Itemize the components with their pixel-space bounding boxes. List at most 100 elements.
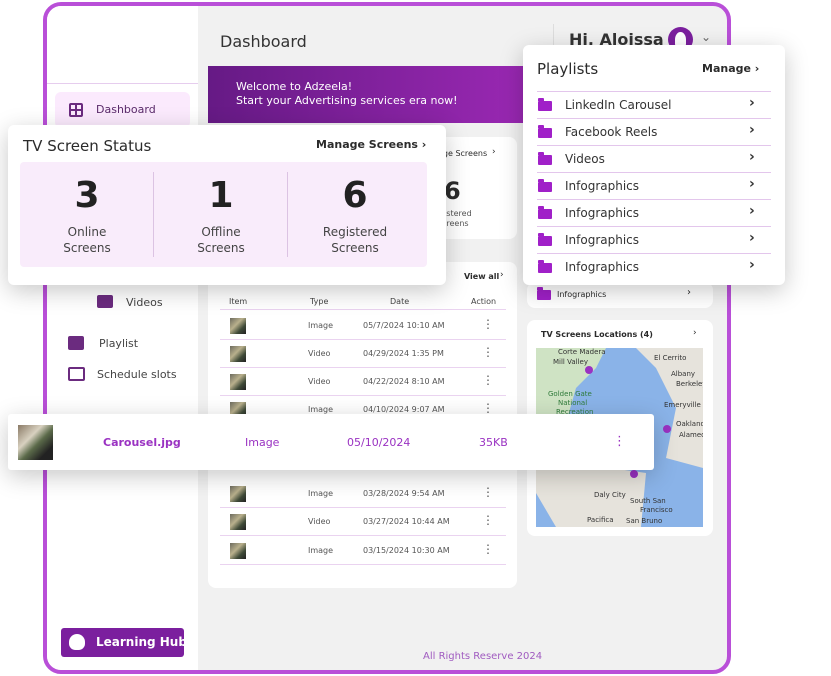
playlists-popup: Playlists Manage › LinkedIn Carousel › F… — [523, 45, 785, 285]
folder-icon — [538, 233, 552, 246]
playlist-item[interactable]: Infographics › — [537, 253, 771, 280]
stat-1: 1 Offline Screens — [154, 174, 288, 256]
manage-playlists-link[interactable]: Manage › — [702, 62, 759, 75]
row-date: 05/7/2024 10:10 AM — [363, 321, 445, 330]
schedule-icon — [68, 367, 85, 381]
table-row[interactable]: Video 04/22/2024 8:10 AM ⋮ — [220, 368, 506, 396]
chevron-right-icon[interactable]: › — [749, 203, 755, 219]
map-label: Berkeley — [676, 380, 703, 388]
more-options-icon[interactable]: ⋮ — [482, 345, 494, 359]
chevron-right-icon[interactable]: › — [749, 257, 755, 273]
map-label: Golden Gate — [548, 390, 592, 398]
playlist-item[interactable]: LinkedIn Carousel › — [537, 91, 771, 118]
more-options-icon[interactable]: ⋮ — [613, 434, 626, 449]
file-type: Image — [245, 436, 280, 449]
map-label: Francisco — [640, 506, 673, 514]
map-label: El Cerrito — [654, 354, 687, 362]
row-date: 03/28/2024 9:54 AM — [363, 489, 445, 498]
table-header: Item Type Date Action — [220, 294, 506, 310]
stat-2: 6 Registered Screens — [288, 174, 422, 256]
playlist-name: Facebook Reels — [565, 125, 658, 139]
map-label: National — [558, 399, 588, 407]
stat-value: 1 — [208, 175, 234, 216]
sidebar: Dashboard Videos Playlist Schedule slots… — [47, 6, 198, 670]
stat-label: Screens — [63, 241, 111, 255]
map-label: Albany — [671, 370, 696, 378]
row-date: 04/10/2024 9:07 AM — [363, 405, 445, 414]
playlist-item[interactable]: Infographics › — [537, 172, 771, 199]
stat-label: Registered — [322, 225, 388, 239]
media-thumbnail — [230, 318, 246, 334]
table-row[interactable]: Image 03/15/2024 10:30 AM ⋮ — [220, 537, 506, 565]
playlist-name: Infographics — [565, 179, 640, 193]
chevron-down-icon[interactable]: ⌄ — [701, 30, 711, 44]
manage-screens-label: Manage Screens — [316, 138, 418, 151]
learning-hub-button[interactable]: Learning Hub — [61, 628, 187, 657]
chevron-right-icon[interactable]: › — [693, 328, 697, 338]
stat-label: Online — [67, 225, 107, 239]
media-thumbnail — [230, 486, 246, 502]
media-thumbnail — [18, 425, 53, 460]
media-thumbnail — [230, 543, 246, 559]
more-options-icon[interactable]: ⋮ — [482, 401, 494, 415]
playlist-card-bg: Infographics › — [527, 282, 713, 308]
stat-value: 3 — [74, 175, 100, 216]
playlist-item[interactable]: Infographics › — [537, 226, 771, 253]
grid-icon — [69, 103, 83, 117]
playlists-title: Playlists — [537, 60, 599, 78]
stat-label: Offline — [201, 225, 241, 239]
more-options-icon[interactable]: ⋮ — [482, 317, 494, 331]
stat-value: 6 — [342, 175, 368, 216]
folder-icon — [538, 152, 552, 165]
chevron-right-icon[interactable]: › — [749, 149, 755, 165]
playlist-item[interactable]: Videos › — [537, 145, 771, 172]
manage-screens-link[interactable]: Manage Screens › — [316, 138, 426, 151]
row-type: Video — [308, 349, 331, 358]
more-options-icon[interactable]: ⋮ — [482, 373, 494, 387]
row-date: 04/29/2024 1:35 PM — [363, 349, 444, 358]
playlist-item[interactable]: Infographics › — [537, 199, 771, 226]
map-label: Alameda — [679, 431, 703, 439]
welcome-banner: Welcome to Adzeela! Start your Advertisin… — [208, 66, 528, 123]
manage-label: Manage — [702, 62, 751, 75]
table-row[interactable]: Image 05/7/2024 10:10 AM ⋮ — [220, 312, 506, 340]
media-thumbnail — [230, 374, 246, 390]
tv-status-title: TV Screen Status — [23, 137, 152, 155]
map-label: San Bruno — [626, 517, 663, 525]
map-label: Oakland — [676, 420, 703, 428]
more-options-icon[interactable]: ⋮ — [482, 513, 494, 527]
playlist-name: Infographics — [565, 233, 640, 247]
video-list-icon — [97, 295, 113, 308]
map-label: South San — [630, 497, 666, 505]
playlist-item[interactable]: Facebook Reels › — [537, 118, 771, 145]
table-row[interactable]: Image 03/28/2024 9:54 AM ⋮ — [220, 480, 506, 508]
sidebar-item-dashboard[interactable]: Dashboard — [55, 92, 190, 128]
more-options-icon[interactable]: ⋮ — [482, 542, 494, 556]
divider — [47, 83, 198, 84]
row-type: Image — [308, 489, 334, 498]
folder-icon — [538, 179, 552, 192]
table-row[interactable]: Video 04/29/2024 1:35 PM ⋮ — [220, 340, 506, 368]
file-name[interactable]: Carousel.jpg — [103, 436, 181, 449]
map-label: Emeryville — [664, 401, 701, 409]
table-row[interactable]: Video 03/27/2024 10:44 AM ⋮ — [220, 508, 506, 536]
more-options-icon[interactable]: ⋮ — [482, 485, 494, 499]
playlist-name: LinkedIn Carousel — [565, 98, 672, 112]
row-type: Video — [308, 517, 331, 526]
banner-line1: Welcome to Adzeela! — [236, 80, 353, 93]
tv-screen-status-popup: TV Screen Status Manage Screens › 3 Onli… — [8, 125, 446, 285]
chevron-right-icon[interactable]: › — [749, 95, 755, 111]
banner-line2: Start your Advertising services era now! — [236, 94, 458, 107]
file-size: 35KB — [479, 436, 508, 449]
highlighted-media-row[interactable]: Carousel.jpg Image 05/10/2024 35KB ⋮ — [8, 414, 654, 470]
map-label: Daly City — [594, 491, 626, 499]
chevron-right-icon[interactable]: › — [749, 176, 755, 192]
chevron-right-icon[interactable]: › — [749, 230, 755, 246]
row-date: 03/15/2024 10:30 AM — [363, 546, 450, 555]
row-type: Image — [308, 405, 334, 414]
media-thumbnail — [230, 346, 246, 362]
view-all-link[interactable]: View all — [464, 272, 499, 281]
chevron-right-icon[interactable]: › — [749, 122, 755, 138]
brain-icon — [69, 634, 85, 650]
folder-icon — [538, 98, 552, 111]
